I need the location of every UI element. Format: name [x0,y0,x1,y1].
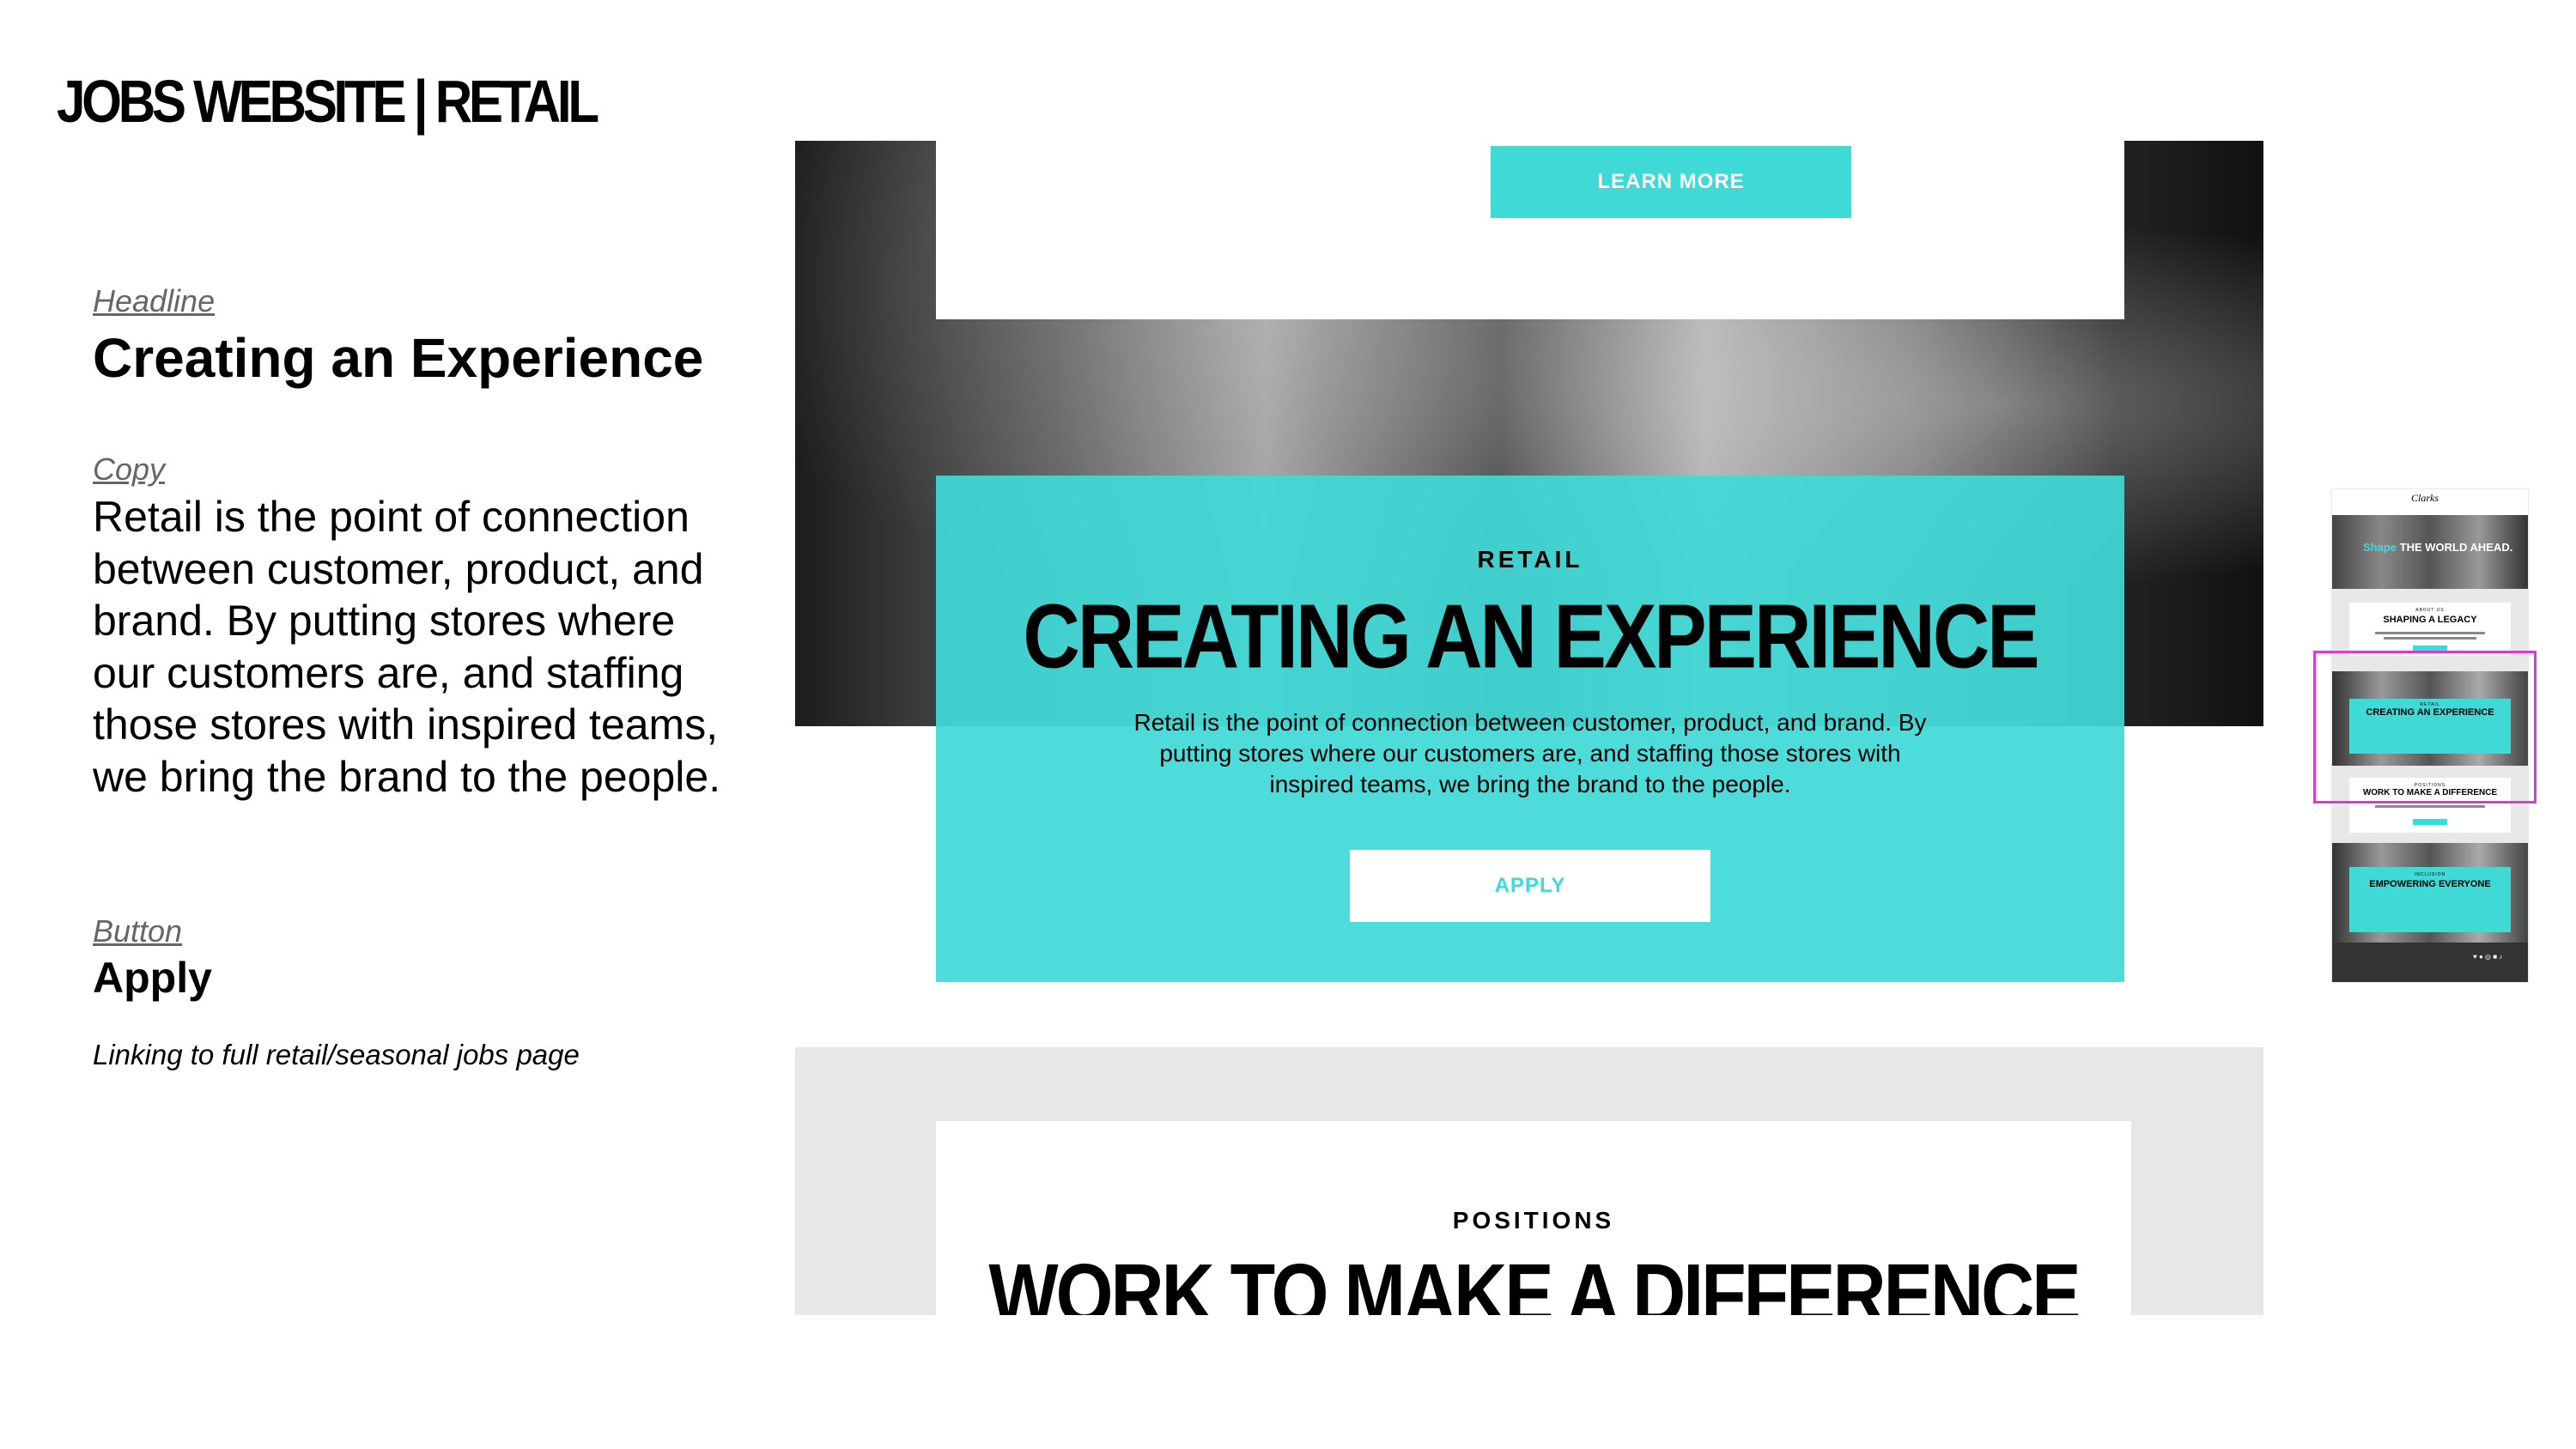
thumbnail-hero: Shape THE WORLD AHEAD. [2332,515,2528,589]
viewport-indicator [2313,651,2537,803]
positions-section-card: POSITIONS WORK TO MAKE A DIFFERENCE [936,1121,2131,1315]
previous-section-card: LEARN MORE [936,141,2124,319]
link-note: Linking to full retail/seasonal jobs pag… [93,1039,580,1070]
thumbnail-card-inclusion: INCLUSION EMPOWERING EVERYONE [2349,867,2511,932]
headline-text: Creating an Experience [93,327,704,389]
copy-label: Copy [93,452,166,487]
thumbnail-copy-line [2375,805,2485,808]
thumbnail-footer: ♥ ● ◎ ■ ♪ [2332,943,2528,982]
page-mockup: LEARN MORE RETAIL CREATING AN EXPERIENCE… [795,141,2263,1315]
copy-text: Retail is the point of connection betwee… [93,493,721,801]
positions-headline: WORK TO MAKE A DIFFERENCE [988,1247,2081,1315]
headline-label: Headline [93,283,216,318]
apply-button[interactable]: APPLY [1350,850,1710,922]
section-headline: CREATING AN EXPERIENCE [1023,586,2039,688]
button-text: Apply [93,954,212,1002]
thumbnail-social-icons: ♥ ● ◎ ■ ♪ [2473,953,2503,961]
thumbnail-head-inclusion: EMPOWERING EVERYONE [2369,879,2491,889]
section-body-copy: Retail is the point of connection betwee… [1133,709,1927,797]
thumbnail-eyebrow-inclusion: INCLUSION [2414,872,2446,877]
slide-title: JOBS WEBSITE | RETAIL [57,68,599,135]
thumbnail-copy-line [2384,637,2476,640]
learn-more-button[interactable]: LEARN MORE [1491,146,1851,218]
thumbnail-logo: Clarks [2411,492,2439,504]
thumbnail-eyebrow-legacy: ABOUT US [2415,608,2445,613]
thumbnail-card-legacy: ABOUT US SHAPING A LEGACY [2349,603,2511,656]
thumbnail-header: Clarks [2332,489,2528,516]
thumbnail-button [2413,819,2447,825]
positions-eyebrow: POSITIONS [1452,1207,1615,1234]
retail-section-card: RETAIL CREATING AN EXPERIENCE Retail is … [936,476,2124,982]
thumbnail-hero-title: THE WORLD AHEAD. [2399,541,2513,554]
thumbnail-hero-accent: Shape [2363,541,2397,554]
thumbnail-head-legacy: SHAPING A LEGACY [2383,615,2477,625]
section-eyebrow: RETAIL [1477,546,1583,573]
button-label: Button [93,913,183,949]
thumbnail-hero-text: Shape THE WORLD AHEAD. [2363,541,2512,554]
thumbnail-copy-line [2375,632,2485,634]
